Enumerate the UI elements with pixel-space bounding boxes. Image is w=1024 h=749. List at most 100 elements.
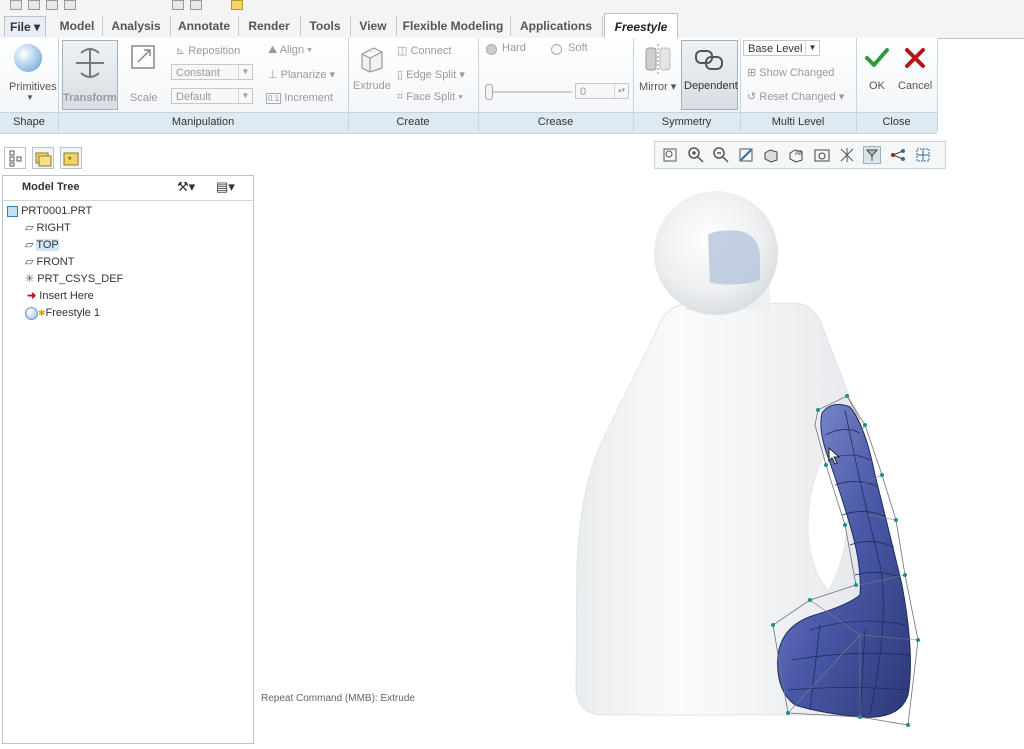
soft-radio[interactable] <box>551 44 562 55</box>
annotation-display-icon[interactable] <box>889 146 907 164</box>
save-icon[interactable] <box>46 0 58 10</box>
group-multi-level: Multi Level <box>771 116 825 128</box>
extrude-icon[interactable] <box>358 44 384 74</box>
graphics-toolbar: AB <box>654 141 946 169</box>
tree-item-freestyle[interactable]: ✱Freestyle 1 <box>25 305 100 321</box>
tab-analysis[interactable]: Analysis <box>102 16 171 36</box>
tree-settings-icon[interactable]: ⚒▾ <box>177 179 195 195</box>
dependent-link-icon <box>695 50 723 70</box>
spin-center-icon[interactable] <box>863 146 881 164</box>
tab-model[interactable]: Model <box>52 16 103 36</box>
edge-split-button[interactable]: ▯ Edge Split ▾ <box>397 68 465 81</box>
group-divider <box>856 38 857 132</box>
tab-model-tree[interactable] <box>4 147 26 169</box>
primitives-dropdown-arrow[interactable]: ▼ <box>26 93 34 102</box>
view-manager-icon[interactable] <box>813 146 831 164</box>
window-icon[interactable] <box>231 0 243 10</box>
group-symmetry: Symmetry <box>661 116 712 128</box>
redo-icon[interactable] <box>172 0 184 10</box>
freestyle-sphere-icon <box>25 306 38 320</box>
cancel-x-icon[interactable] <box>903 46 927 70</box>
primitives-sphere-icon[interactable] <box>14 44 42 72</box>
tab-tools[interactable]: Tools <box>300 16 351 36</box>
crease-slider-handle[interactable] <box>485 84 493 100</box>
mirror-icon[interactable] <box>644 44 672 74</box>
soft-label: Soft <box>568 42 588 54</box>
tab-file[interactable]: File ▾ <box>4 16 46 37</box>
refit-icon[interactable] <box>661 146 679 164</box>
model-tree-header: Model Tree ⚒▾ ▤▾ <box>3 176 253 201</box>
scale-icon[interactable] <box>130 44 156 70</box>
dependent-button[interactable]: Dependent <box>681 40 738 110</box>
default-select[interactable]: Default ▼ <box>171 88 253 104</box>
reset-changed-button[interactable]: ↺ Reset Changed ▾ <box>747 90 844 103</box>
undo-icon[interactable] <box>64 0 76 10</box>
svg-text:*: * <box>68 155 72 165</box>
favorites-folder-icon: * <box>63 152 79 166</box>
tab-favorites[interactable]: * <box>60 147 82 169</box>
model-tree-title: Model Tree <box>22 181 80 193</box>
ribbon-tab-bar: File ▾ Model Analysis Annotate Render To… <box>0 12 1024 40</box>
scale-button[interactable]: Scale <box>130 92 158 104</box>
tab-freestyle[interactable]: Freestyle <box>604 13 678 40</box>
tree-item-csys[interactable]: ✳ PRT_CSYS_DEF <box>25 271 123 287</box>
face-split-button[interactable]: ⌗ Face Split ▾ <box>397 91 463 104</box>
tree-item-insert-here[interactable]: ➜ Insert Here <box>27 288 94 304</box>
saved-orientations-icon[interactable]: AB <box>787 146 805 164</box>
increment-button[interactable]: 0.1 Increment <box>266 92 333 104</box>
tree-columns-icon[interactable]: ▤▾ <box>216 179 235 195</box>
base-level-select[interactable]: Base Level ▼ <box>743 40 820 56</box>
reposition-button[interactable]: ⊾ Reposition <box>176 44 240 57</box>
tab-annotate[interactable]: Annotate <box>170 16 239 36</box>
tree-item-front[interactable]: ▱ FRONT <box>25 254 74 270</box>
transform-button[interactable]: Transform <box>62 40 118 110</box>
ok-check-icon[interactable] <box>864 46 890 70</box>
tab-folder-browser[interactable] <box>32 147 54 169</box>
zoom-in-icon[interactable] <box>687 146 705 164</box>
align-button[interactable]: ⛰ Align ▾ <box>268 44 312 57</box>
quick-access-toolbar <box>0 0 1024 12</box>
new-icon[interactable] <box>10 0 22 10</box>
repaint-icon[interactable] <box>737 146 755 164</box>
spinner-icon: ▴▾ <box>614 84 628 98</box>
tab-view[interactable]: View <box>350 16 397 36</box>
zoom-out-icon[interactable] <box>712 146 730 164</box>
regenerate-icon[interactable] <box>190 0 202 10</box>
tab-render[interactable]: Render <box>238 16 301 36</box>
connect-button[interactable]: ◫ Connect <box>397 44 451 57</box>
tab-applications[interactable]: Applications <box>510 16 603 36</box>
planarize-button[interactable]: ⊥ Planarize ▾ <box>268 68 335 81</box>
cancel-button[interactable]: Cancel <box>898 80 932 92</box>
transform-label: Transform <box>63 92 117 104</box>
group-divider <box>937 38 938 132</box>
group-divider <box>348 38 349 132</box>
crease-value-input[interactable]: 0 ▴▾ <box>575 83 629 99</box>
constant-select[interactable]: Constant ▼ <box>171 64 253 80</box>
group-close: Close <box>882 116 911 128</box>
datum-display-icon[interactable] <box>838 146 856 164</box>
model-tree-icon <box>9 150 22 167</box>
part-icon <box>7 205 18 217</box>
hard-radio[interactable] <box>486 44 497 55</box>
show-changed-button[interactable]: ⊞ Show Changed <box>747 66 835 79</box>
graphics-window-3d-model[interactable] <box>560 185 940 730</box>
transform-icon <box>76 48 104 78</box>
group-crease: Crease <box>537 116 574 128</box>
primitives-button[interactable]: Primitives <box>9 81 57 93</box>
tab-flexible-modeling[interactable]: Flexible Modeling <box>396 16 511 36</box>
extrude-button[interactable]: Extrude <box>353 80 391 92</box>
tree-item-top[interactable]: ▱ TOP <box>25 237 59 253</box>
chevron-down-icon: ▼ <box>805 41 819 55</box>
crease-slider[interactable] <box>488 91 572 93</box>
coordinate-system-icon: ✳ <box>25 273 35 285</box>
tree-item-part[interactable]: PRT0001.PRT <box>7 203 92 219</box>
reposition-icon: ⊾ <box>176 45 189 57</box>
mesh-display-icon[interactable] <box>914 146 932 164</box>
open-icon[interactable] <box>28 0 40 10</box>
connect-icon: ◫ <box>397 45 411 57</box>
mirror-button[interactable]: Mirror ▾ <box>639 80 676 93</box>
ok-button[interactable]: OK <box>869 80 885 92</box>
display-style-icon[interactable] <box>762 146 780 164</box>
datum-plane-icon: ▱ <box>25 222 34 234</box>
tree-item-right[interactable]: ▱ RIGHT <box>25 220 71 236</box>
